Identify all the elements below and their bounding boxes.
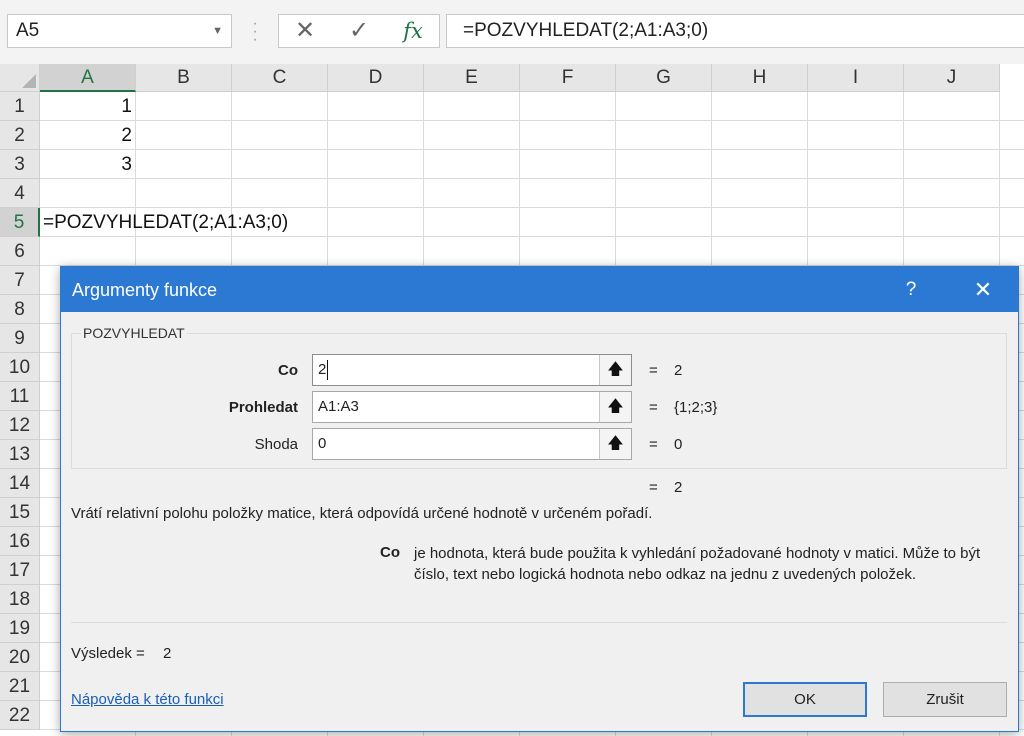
- cell-a5[interactable]: =POZVYHLEDAT(2;A1:A3;0): [43, 208, 288, 237]
- arg-input-shoda[interactable]: 0: [312, 428, 632, 460]
- row-header-17[interactable]: 17: [0, 556, 40, 585]
- collapse-arg-co-icon[interactable]: 🡅: [599, 355, 631, 385]
- column-header-c[interactable]: C: [232, 64, 328, 92]
- row-header-9[interactable]: 9: [0, 324, 40, 353]
- function-arguments-dialog: Argumenty funkce ? ✕ POZVYHLEDAT Co 2 🡅 …: [60, 266, 1019, 732]
- cell-a1[interactable]: 1: [40, 92, 136, 121]
- arg-result-shoda: 0: [674, 436, 683, 453]
- row-header-8[interactable]: 8: [0, 295, 40, 324]
- row-header-16[interactable]: 16: [0, 527, 40, 556]
- active-argument-description: je hodnota, která bude použita k vyhledá…: [414, 545, 981, 583]
- column-header-d[interactable]: D: [328, 64, 424, 92]
- row-header-19[interactable]: 19: [0, 614, 40, 643]
- arg-equals-co: =: [649, 362, 658, 379]
- arg-equals-shoda: =: [649, 436, 658, 453]
- help-link[interactable]: Nápověda k této funkci: [71, 691, 224, 708]
- active-argument-name: Co: [380, 544, 400, 561]
- arg-input-prohledat[interactable]: A1:A3: [312, 391, 632, 423]
- formula-tools: ✕ ✓ fx: [278, 14, 440, 48]
- row-header-4[interactable]: 4: [0, 179, 40, 208]
- row-header-15[interactable]: 15: [0, 498, 40, 527]
- arg-result-prohledat: {1;2;3}: [674, 399, 718, 416]
- row-header-10[interactable]: 10: [0, 353, 40, 382]
- grip-dots-icon[interactable]: · · ·: [250, 16, 260, 48]
- arg-input-co-value: 2: [318, 361, 327, 378]
- ok-button[interactable]: OK: [743, 682, 867, 717]
- arg-equals-prohledat: =: [649, 399, 658, 416]
- row-header-18[interactable]: 18: [0, 585, 40, 614]
- column-header-j[interactable]: J: [904, 64, 1000, 92]
- close-icon[interactable]: ✕: [961, 273, 1005, 307]
- function-name: POZVYHLEDAT: [81, 325, 187, 341]
- arg-label-co: Co: [278, 362, 298, 379]
- formula-equals: =: [649, 479, 658, 496]
- name-box-value: A5: [16, 20, 40, 41]
- chevron-down-icon[interactable]: ▼: [212, 15, 223, 47]
- column-header-i[interactable]: I: [808, 64, 904, 92]
- arg-label-shoda: Shoda: [254, 436, 298, 453]
- arg-label-prohledat: Prohledat: [228, 399, 298, 416]
- row-header-14[interactable]: 14: [0, 469, 40, 498]
- text-caret: [327, 360, 329, 381]
- collapse-arg-prohledat-icon[interactable]: 🡅: [599, 392, 631, 422]
- row-header-2[interactable]: 2: [0, 121, 40, 150]
- arg-input-co[interactable]: 2: [312, 354, 632, 386]
- cancel-formula-icon[interactable]: ✕: [285, 15, 325, 47]
- formula-input[interactable]: =POZVYHLEDAT(2;A1:A3;0): [446, 14, 1024, 48]
- cell-a2[interactable]: 2: [40, 121, 136, 150]
- column-header-e[interactable]: E: [424, 64, 520, 92]
- collapse-arg-shoda-icon[interactable]: 🡅: [599, 429, 631, 459]
- row-header-1[interactable]: 1: [0, 92, 40, 121]
- row-header-12[interactable]: 12: [0, 411, 40, 440]
- dialog-title: Argumenty funkce: [72, 280, 218, 300]
- cancel-button[interactable]: Zrušit: [883, 682, 1007, 717]
- function-description: Vrátí relativní polohu položky matice, k…: [71, 505, 653, 522]
- column-header-a[interactable]: A: [40, 64, 136, 92]
- select-all-triangle-icon: [22, 74, 36, 88]
- row-header-21[interactable]: 21: [0, 672, 40, 701]
- dialog-titlebar[interactable]: Argumenty funkce ? ✕: [61, 267, 1018, 312]
- enter-formula-icon[interactable]: ✓: [339, 15, 379, 47]
- column-header-g[interactable]: G: [616, 64, 712, 92]
- column-header-f[interactable]: F: [520, 64, 616, 92]
- insert-function-icon[interactable]: fx: [393, 15, 433, 47]
- result-value: 2: [163, 645, 172, 662]
- row-header-20[interactable]: 20: [0, 643, 40, 672]
- formula-result: 2: [674, 479, 683, 496]
- row-header-7[interactable]: 7: [0, 266, 40, 295]
- column-header-h[interactable]: H: [712, 64, 808, 92]
- row-header-5[interactable]: 5: [0, 208, 40, 237]
- row-header-11[interactable]: 11: [0, 382, 40, 411]
- row-header-3[interactable]: 3: [0, 150, 40, 179]
- row-header-13[interactable]: 13: [0, 440, 40, 469]
- name-box[interactable]: A5 ▼: [7, 14, 232, 48]
- excel-window: A5 ▼ · · · ✕ ✓ fx =POZVYHLEDAT(2;A1:A3;0) …: [0, 0, 1024, 736]
- cell-a3[interactable]: 3: [40, 150, 136, 179]
- column-header-b[interactable]: B: [136, 64, 232, 92]
- row-header-22[interactable]: 22: [0, 701, 40, 730]
- help-icon[interactable]: ?: [891, 273, 931, 307]
- result-label: Výsledek =: [71, 645, 145, 662]
- select-all-button[interactable]: [0, 64, 40, 92]
- formula-bar-area: A5 ▼ · · · ✕ ✓ fx =POZVYHLEDAT(2;A1:A3;0): [0, 0, 1024, 64]
- row-headers: 1 2 3 4 5 6 7 8 9 10 11 12 13 14 15 16 17 18 19 20 21 22: [0, 92, 40, 736]
- divider: [71, 622, 1007, 623]
- column-headers: ABCDEFGHIJ: [40, 64, 1024, 92]
- arg-result-co: 2: [674, 362, 683, 379]
- row-header-6[interactable]: 6: [0, 237, 40, 266]
